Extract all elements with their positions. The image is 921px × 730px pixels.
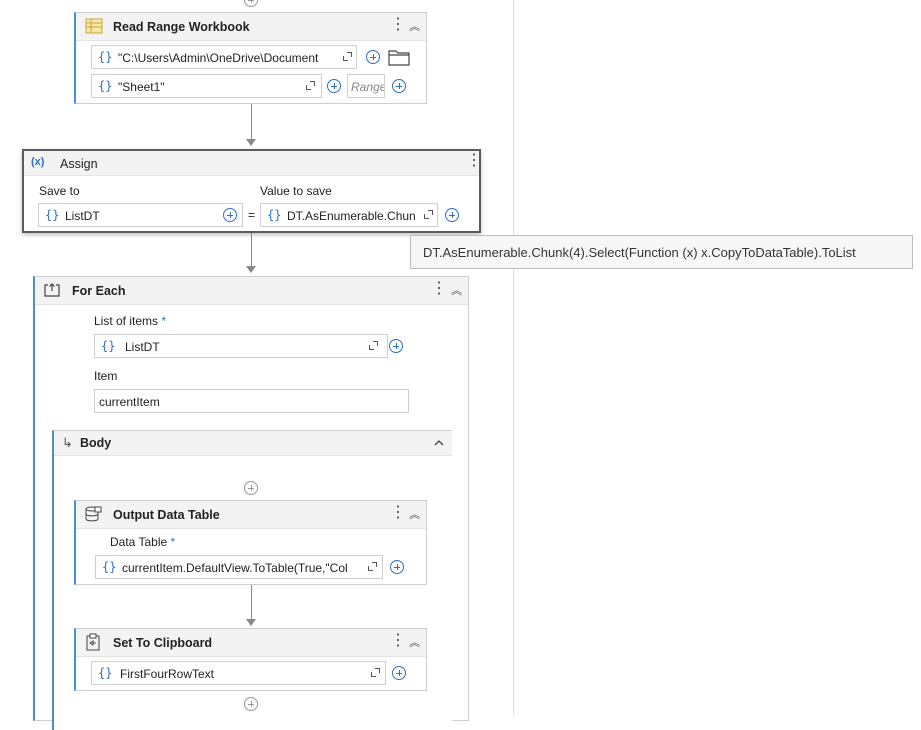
add-activity-bottom-icon[interactable] [244, 697, 258, 711]
body-header[interactable]: ↳ Body [54, 431, 452, 456]
flow-connector [251, 233, 252, 267]
body-arrow-icon: ↳ [62, 435, 73, 450]
activity-title: Assign [60, 157, 98, 171]
sheet-name-value: "Sheet1" [118, 80, 165, 94]
equals-sign: = [248, 208, 256, 222]
expression-icon: {} [45, 208, 60, 222]
more-options-icon[interactable]: ⋮ [390, 504, 406, 522]
list-of-items-value: ListDT [125, 340, 160, 354]
clipboard-text-value: FirstFourRowText [120, 667, 215, 681]
add-activity-top-icon[interactable] [244, 0, 258, 7]
range-placeholder: Range [351, 80, 384, 94]
expand-editor-icon[interactable] [306, 81, 315, 90]
data-table-field[interactable]: {} currentItem.DefaultView.ToTable(True,… [95, 555, 383, 579]
assign-activity[interactable]: (x) Assign ⋮ Save to Value to save {} Li… [22, 149, 482, 233]
save-to-label: Save to [39, 184, 80, 198]
loop-icon [44, 283, 60, 297]
expression-icon: {} [98, 79, 113, 93]
list-of-items-label: List of items * [94, 314, 167, 328]
excel-icon [85, 18, 103, 34]
list-of-items-field[interactable]: {} ListDT [94, 334, 388, 358]
add-variable-icon[interactable] [327, 79, 341, 93]
read-range-workbook-activity[interactable]: Read Range Workbook ⋮ ︽ {} "C:\Users\Adm… [74, 12, 427, 104]
add-variable-icon[interactable] [390, 560, 404, 574]
set-to-clipboard-activity[interactable]: Set To Clipboard ⋮ ︽ {} FirstFourRowText [74, 628, 427, 691]
collapse-icon[interactable]: ︽ [409, 506, 420, 522]
required-marker: * [170, 535, 176, 549]
expand-editor-icon[interactable] [371, 668, 380, 677]
activity-title: Output Data Table [113, 508, 220, 522]
value-to-save-field[interactable]: {} DT.AsEnumerable.Chun [260, 203, 438, 227]
body-title: Body [80, 436, 112, 450]
flow-arrow-icon [246, 619, 256, 626]
chevron-up-icon[interactable] [434, 439, 444, 446]
folder-icon[interactable] [388, 48, 410, 66]
activity-title: Set To Clipboard [113, 636, 213, 650]
clipboard-icon [86, 633, 100, 651]
required-marker: * [161, 314, 167, 328]
expand-editor-icon[interactable] [343, 52, 352, 61]
add-variable-icon[interactable] [392, 79, 406, 93]
data-table-icon [85, 506, 102, 522]
add-variable-icon[interactable] [389, 339, 403, 353]
collapse-icon[interactable]: ︽ [409, 18, 420, 34]
item-name-value: currentItem [99, 395, 160, 409]
expression-icon: {} [98, 50, 113, 64]
activity-header[interactable]: (x) Assign ⋮ [24, 151, 482, 176]
add-variable-icon[interactable] [366, 50, 380, 64]
expression-icon: {} [267, 208, 282, 222]
activity-header[interactable]: Set To Clipboard ⋮ ︽ [76, 629, 426, 657]
activity-header[interactable]: Read Range Workbook ⋮ ︽ [76, 13, 426, 41]
more-options-icon[interactable]: ⋮ [431, 280, 447, 298]
collapse-icon[interactable]: ︽ [409, 634, 420, 650]
data-table-value: currentItem.DefaultView.ToTable(True,"Co… [122, 561, 348, 575]
collapse-icon[interactable]: ︽ [451, 282, 462, 298]
flow-arrow-icon [246, 266, 256, 273]
output-data-table-activity[interactable]: Output Data Table ⋮ ︽ Data Table * {} cu… [74, 500, 427, 585]
expand-editor-icon[interactable] [368, 562, 377, 571]
item-label: Item [94, 369, 118, 383]
range-field[interactable]: Range [347, 74, 385, 98]
add-activity-icon[interactable] [244, 481, 258, 495]
more-options-icon[interactable]: ⋮ [466, 152, 482, 170]
more-options-icon[interactable]: ⋮ [390, 632, 406, 650]
expression-tooltip: DT.AsEnumerable.Chunk(4).Select(Function… [410, 235, 913, 269]
value-to-save-label: Value to save [260, 184, 332, 198]
flow-connector [251, 585, 252, 620]
workbook-path-field[interactable]: {} "C:\Users\Admin\OneDrive\Document [91, 45, 357, 69]
value-to-save-value: DT.AsEnumerable.Chun [287, 209, 416, 223]
item-name-field[interactable]: currentItem [94, 389, 409, 413]
variable-icon: (x) [31, 156, 45, 168]
sheet-name-field[interactable]: {} "Sheet1" [91, 74, 322, 98]
expand-editor-icon[interactable] [424, 210, 433, 219]
more-options-icon[interactable]: ⋮ [390, 16, 406, 34]
activity-title: For Each [72, 284, 126, 298]
expression-icon: {} [98, 666, 113, 680]
activity-header[interactable]: For Each ⋮ ︽ [35, 277, 468, 305]
expand-editor-icon[interactable] [369, 341, 378, 350]
flow-connector [251, 104, 252, 140]
add-variable-icon[interactable] [223, 208, 237, 222]
panel-divider [513, 0, 514, 715]
activity-header[interactable]: Output Data Table ⋮ ︽ [76, 501, 426, 529]
clipboard-text-field[interactable]: {} FirstFourRowText [91, 661, 386, 685]
data-table-label: Data Table * [110, 535, 176, 549]
add-variable-icon[interactable] [392, 666, 406, 680]
flow-arrow-icon [246, 139, 256, 146]
workbook-path-value: "C:\Users\Admin\OneDrive\Document [118, 51, 319, 65]
save-to-value: ListDT [65, 209, 100, 223]
expression-icon: {} [102, 560, 117, 574]
add-variable-icon[interactable] [445, 208, 459, 222]
activity-title: Read Range Workbook [113, 20, 250, 34]
expression-icon: {} [101, 339, 116, 353]
save-to-field[interactable]: {} ListDT [38, 203, 243, 227]
